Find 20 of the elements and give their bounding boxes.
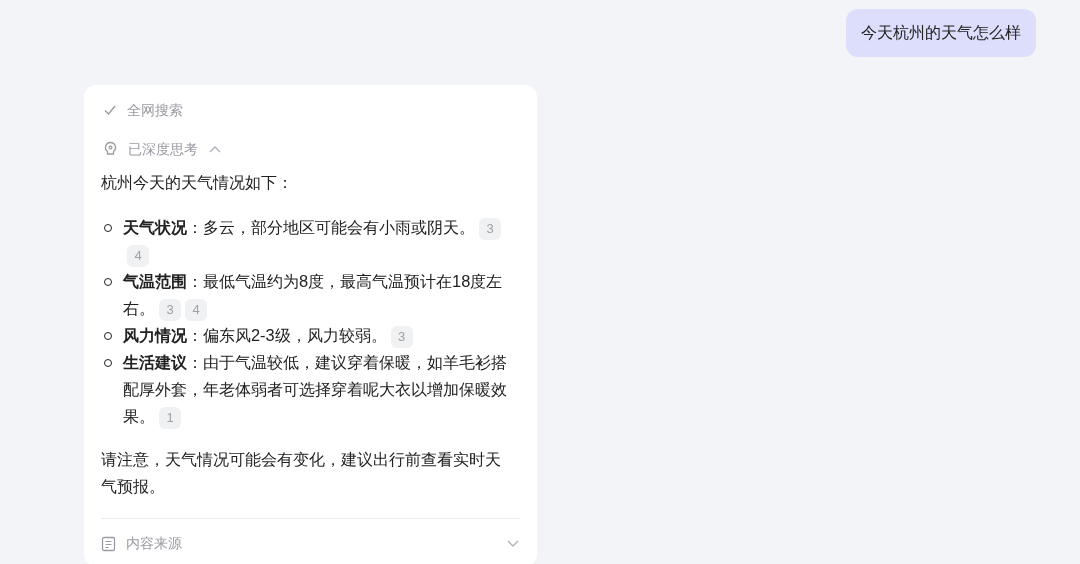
- citation-chip[interactable]: 3: [390, 325, 413, 348]
- list-item-text: 天气状况：多云，部分地区可能会有小雨或阴天。 3 4: [123, 214, 515, 268]
- chevron-down-icon[interactable]: [506, 539, 520, 548]
- document-icon: [101, 535, 116, 552]
- list-item-text: 风力情况：偏东风2-3级，风力较弱。 3: [123, 322, 515, 349]
- list-item-text: 生活建议：由于气温较低，建议穿着保暖，如羊毛衫搭配厚外套，年老体弱者可选择穿着呢大衣以增加保暖效果。 1: [123, 349, 515, 430]
- list-item-text: 气温范围：最低气温约为8度，最高气温预计在18度左右。 3 4: [123, 268, 515, 322]
- step-label[interactable]: 全网搜索: [127, 99, 183, 121]
- citation-chip[interactable]: 3: [479, 217, 501, 240]
- step-label[interactable]: 已深度思考: [128, 138, 198, 160]
- citation-chip[interactable]: 1: [159, 406, 181, 429]
- chevron-up-icon[interactable]: [208, 144, 222, 154]
- citation-chip[interactable]: 3: [159, 298, 181, 321]
- answer-note: 请注意，天气情况可能会有变化，建议出行前查看实时天气预报。: [101, 450, 502, 497]
- citation-chip[interactable]: 4: [185, 298, 207, 321]
- citation-chip[interactable]: 4: [127, 244, 149, 267]
- sources-label[interactable]: 内容来源: [126, 533, 496, 554]
- user-message-bubble: 今天杭州的天气怎么样: [846, 9, 1036, 57]
- lightbulb-icon: [103, 141, 118, 157]
- answer-intro: 杭州今天的天气情况如下：: [101, 173, 294, 193]
